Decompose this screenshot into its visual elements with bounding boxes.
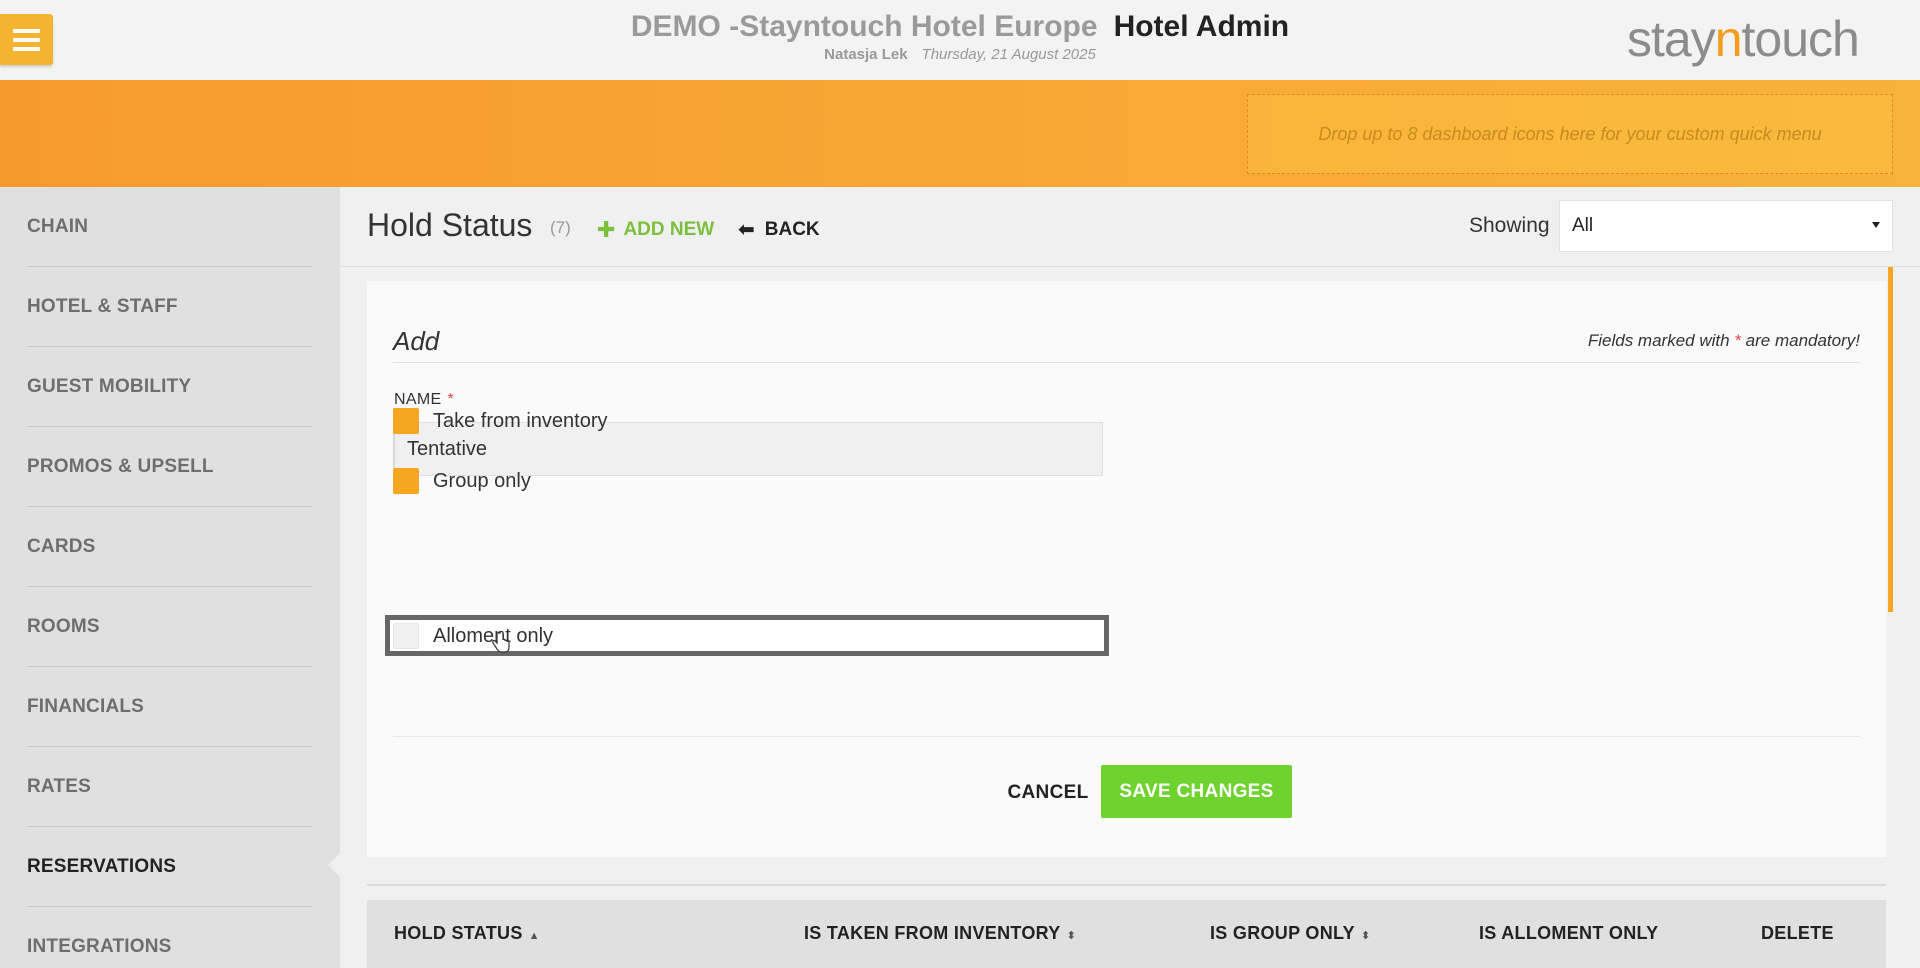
quick-menu-drop-zone[interactable]: Drop up to 8 dashboard icons here for yo…	[1247, 94, 1893, 174]
column-hold-status-label: HOLD STATUS	[394, 923, 523, 943]
alloment-only-row[interactable]: Alloment only	[393, 621, 553, 651]
page-header: Hold Status (7) ✚ ADD NEW ⬅ BACK Showing…	[340, 187, 1920, 267]
divider	[393, 362, 1860, 363]
active-item-pointer	[328, 853, 340, 877]
mandatory-note-prefix: Fields marked with	[1587, 331, 1730, 350]
logo-text-n: n	[1714, 11, 1743, 67]
sidebar-item-reservations[interactable]: RESERVATIONS	[27, 827, 312, 907]
add-new-button[interactable]: ✚ ADD NEW	[597, 217, 714, 243]
sidebar-item-rates[interactable]: RATES	[27, 747, 312, 827]
sort-icon: ⬍	[1066, 930, 1077, 942]
divider	[393, 736, 1860, 737]
group-only-checkbox[interactable]	[393, 468, 419, 494]
column-delete: DELETE	[1761, 923, 1834, 944]
current-date: Thursday, 21 August 2025	[921, 46, 1096, 63]
user-name: Natasja Lek	[824, 46, 908, 63]
hold-status-table-header: HOLD STATUS ▲ IS TAKEN FROM INVENTORY ⬍ IS…	[367, 900, 1886, 968]
column-hold-status[interactable]: HOLD STATUS ▲	[394, 923, 540, 944]
hotel-name: DEMO -Stayntouch Hotel Europe	[630, 10, 1098, 43]
sort-icon: ⬍	[1360, 930, 1371, 942]
group-only-label: Group only	[433, 469, 531, 492]
sidebar-item-hotel-staff[interactable]: HOTEL & STAFF	[27, 267, 312, 347]
save-changes-button[interactable]: SAVE CHANGES	[1101, 765, 1292, 818]
logo-text-prefix: stay	[1627, 11, 1716, 67]
sidebar-item-chain[interactable]: CHAIN	[27, 187, 312, 267]
sidebar: CHAIN HOTEL & STAFF GUEST MOBILITY PROMO…	[0, 187, 340, 968]
sidebar-item-cards[interactable]: CARDS	[27, 507, 312, 587]
mandatory-note: Fields marked with * are mandatory!	[1588, 331, 1860, 351]
quick-menu-bar: Drop up to 8 dashboard icons here for yo…	[0, 80, 1920, 187]
column-is-group-only[interactable]: IS GROUP ONLY ⬍	[1210, 923, 1370, 944]
page-title: Hold Status	[367, 207, 533, 243]
column-delete-label: DELETE	[1761, 923, 1834, 943]
sort-asc-icon: ▲	[528, 930, 540, 942]
plus-icon: ✚	[597, 217, 616, 242]
sidebar-item-guest-mobility[interactable]: GUEST MOBILITY	[27, 347, 312, 427]
add-hold-status-form: Add Fields marked with * are mandatory! …	[367, 281, 1886, 857]
hand-cursor-icon	[492, 631, 510, 653]
column-group-only-label: IS GROUP ONLY	[1210, 923, 1355, 943]
mandatory-note-suffix: are mandatory!	[1745, 331, 1860, 350]
form-title: Add	[393, 326, 440, 356]
column-alloment-only-label: IS ALLOMENT ONLY	[1479, 923, 1659, 943]
group-only-row[interactable]: Group only	[393, 466, 531, 496]
sidebar-item-financials[interactable]: FINANCIALS	[27, 667, 312, 747]
column-inventory-label: IS TAKEN FROM INVENTORY	[804, 923, 1061, 943]
add-new-label: ADD NEW	[623, 219, 715, 240]
logo-text-suffix: touch	[1741, 11, 1860, 67]
stayntouch-logo: stayntouch	[1627, 10, 1860, 68]
caret-down-icon	[1872, 222, 1880, 228]
column-is-taken-from-inventory[interactable]: IS TAKEN FROM INVENTORY ⬍	[804, 923, 1076, 944]
showing-label: Showing	[1469, 214, 1550, 237]
sidebar-item-rooms[interactable]: ROOMS	[27, 587, 312, 667]
take-from-inventory-row[interactable]: Take from inventory	[393, 406, 608, 436]
back-button[interactable]: ⬅ BACK	[738, 217, 820, 242]
app-name: Hotel Admin	[1113, 10, 1290, 43]
cancel-button[interactable]: CANCEL	[987, 767, 1109, 819]
required-star: *	[1734, 331, 1741, 350]
take-from-inventory-label: Take from inventory	[433, 409, 608, 432]
top-header: DEMO -Stayntouch Hotel Europe Hotel Admin…	[0, 0, 1920, 80]
back-label: BACK	[764, 218, 820, 240]
take-from-inventory-checkbox[interactable]	[393, 408, 419, 434]
sidebar-item-integrations[interactable]: INTEGRATIONS	[27, 907, 312, 968]
showing-filter-select[interactable]: All	[1559, 200, 1893, 252]
divider	[367, 884, 1886, 886]
item-count: (7)	[550, 218, 571, 237]
sidebar-item-promos-upsell[interactable]: PROMOS & UPSELL	[27, 427, 312, 507]
column-is-alloment-only: IS ALLOMENT ONLY	[1479, 923, 1658, 944]
arrow-left-icon: ⬅	[738, 219, 755, 241]
showing-selected-value: All	[1572, 215, 1594, 236]
alloment-only-checkbox[interactable]	[393, 623, 419, 649]
scrollbar[interactable]	[1888, 267, 1893, 612]
